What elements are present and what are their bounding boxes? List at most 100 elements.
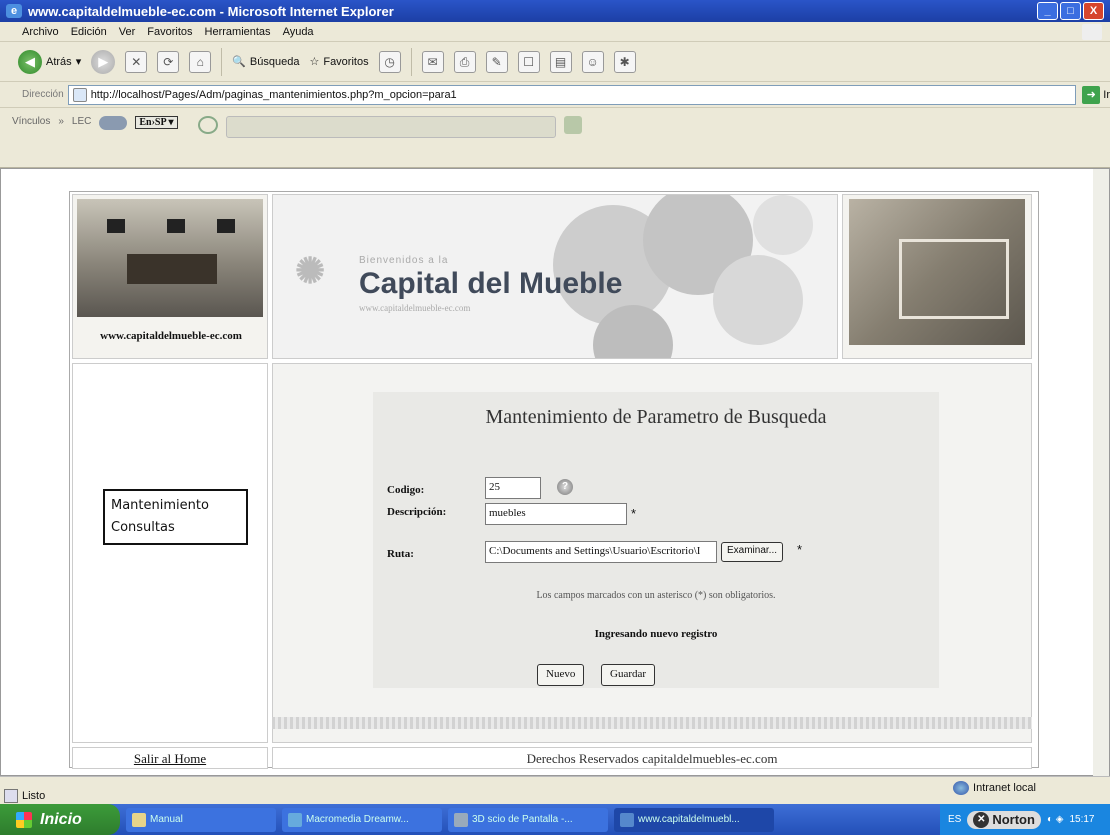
window-title-bar: e www.capitaldelmueble-ec.com - Microsof… <box>0 0 1110 22</box>
windows-flag-icon <box>1082 24 1102 40</box>
start-label: Inicio <box>40 810 82 828</box>
codigo-field[interactable]: 25 <box>485 477 541 499</box>
stop-button[interactable]: ✕ <box>125 50 148 73</box>
toolbar-search-go-icon[interactable] <box>563 116 582 134</box>
new-button[interactable]: Nuevo <box>537 664 585 686</box>
browse-button[interactable]: Examinar... <box>721 542 784 562</box>
dining-room-photo <box>77 199 263 317</box>
page-icon <box>72 87 87 102</box>
required-mark: * <box>797 542 803 557</box>
task-button-screenshot[interactable]: 3D scio de Pantalla -... <box>448 807 608 832</box>
menu-bar: Archivo Edición Ver Favoritos Herramient… <box>0 22 1110 42</box>
links-bar: Vínculos » LEC En›SP ▾ <box>0 108 1110 168</box>
help-icon[interactable]: ? <box>557 479 573 495</box>
room-window <box>167 219 185 233</box>
descripcion-field[interactable]: muebles <box>485 503 627 525</box>
header-right-image <box>842 194 1032 359</box>
favorites-label: Favoritos <box>323 55 369 68</box>
task-label: 3D scio de Pantalla -... <box>472 814 573 825</box>
tray-icons[interactable]: ◐ ◈ <box>1047 814 1064 825</box>
room-window <box>107 219 125 233</box>
page-layout: www.capitaldelmueble-ec.com ✺ Bienvenido… <box>69 191 1039 769</box>
back-button[interactable]: ◀ Atrás ▾ <box>18 49 82 74</box>
task-label: Manual <box>150 814 183 825</box>
toolbar-separator <box>221 47 223 76</box>
back-arrow-icon: ◀ <box>18 49 42 74</box>
image-icon <box>454 812 468 827</box>
menu-ayuda[interactable]: Ayuda <box>283 26 314 38</box>
brand-title: Capital del Mueble <box>359 267 623 300</box>
research-button[interactable]: ▤ <box>549 50 572 73</box>
lec-label[interactable]: LEC <box>72 116 91 127</box>
close-button[interactable]: X <box>1083 2 1104 20</box>
required-note: Los campos marcados con un asterisco (*)… <box>536 590 776 601</box>
task-button-manual[interactable]: Manual <box>126 807 276 832</box>
header-left-image: www.capitaldelmueble-ec.com <box>72 194 268 359</box>
search-button[interactable]: 🔍 Búsqueda <box>232 55 299 69</box>
refresh-button[interactable]: ⟳ <box>157 50 180 73</box>
sidebar-item-mantenimiento[interactable]: Mantenimiento <box>111 495 240 517</box>
ruta-file-field[interactable]: C:\Documents and Settings\Usuario\Escrit… <box>485 541 717 563</box>
start-button[interactable]: Inicio <box>0 804 120 835</box>
required-mark: * <box>631 506 637 521</box>
translate-dropdown[interactable]: En›SP ▾ <box>135 116 178 129</box>
go-button[interactable]: ➜ Ir <box>1082 85 1110 104</box>
menu-herramientas[interactable]: Herramientas <box>205 26 271 38</box>
norton-button[interactable]: ✕ Norton <box>967 810 1041 829</box>
print-button[interactable]: ⎙ <box>453 50 476 73</box>
edit-button[interactable]: ✎ <box>485 50 508 73</box>
norton-label: Norton <box>992 812 1035 827</box>
footer-home-cell: Salir al Home <box>72 747 268 769</box>
intranet-icon <box>953 781 970 795</box>
status-text: Listo <box>22 790 46 802</box>
toolbar-search-input[interactable] <box>225 116 556 138</box>
sidebar-item-consultas[interactable]: Consultas <box>111 517 240 539</box>
parameter-form: Mantenimiento de Parametro de Busqueda C… <box>373 392 939 688</box>
menu-favoritos[interactable]: Favoritos <box>147 26 192 38</box>
menu-edicion[interactable]: Edición <box>71 26 107 38</box>
task-button-dreamweaver[interactable]: Macromedia Dreamw... <box>282 807 442 832</box>
brand-subtitle: www.capitaldelmueble-ec.com <box>359 303 471 313</box>
forward-button[interactable]: ▶ <box>91 49 116 74</box>
task-button-browser[interactable]: www.capitaldelmuebl... <box>614 807 774 832</box>
ie-logo-icon: e <box>6 4 22 18</box>
zone-text: Intranet local <box>973 782 1036 794</box>
windows-logo-icon <box>16 811 32 828</box>
address-input[interactable]: http://localhost/Pages/Adm/paginas_mante… <box>67 84 1077 105</box>
toolbar-separator <box>410 47 412 76</box>
star-icon: ☆ <box>309 56 320 68</box>
codigo-label: Codigo: <box>387 484 425 496</box>
mail-button[interactable]: ✉ <box>421 50 444 73</box>
lec-icon[interactable] <box>99 116 128 130</box>
menu-ver[interactable]: Ver <box>119 26 136 38</box>
language-indicator[interactable]: ES <box>948 814 961 825</box>
history-button[interactable]: ◷ <box>378 50 401 73</box>
address-url: http://localhost/Pages/Adm/paginas_mante… <box>90 88 457 101</box>
home-link[interactable]: Salir al Home <box>134 751 206 766</box>
links-label: Vínculos <box>12 116 51 127</box>
clock: 15:17 <box>1069 814 1095 825</box>
menu-archivo[interactable]: Archivo <box>22 26 59 38</box>
discuss-button[interactable]: ☐ <box>517 50 540 73</box>
links-expand-icon[interactable]: » <box>58 116 64 127</box>
save-button[interactable]: Guardar <box>601 664 656 686</box>
vertical-scrollbar[interactable] <box>1093 169 1109 777</box>
address-label: Dirección <box>22 89 64 100</box>
minimize-button[interactable]: _ <box>1037 2 1058 20</box>
ie-icon <box>620 812 634 827</box>
messenger-button[interactable]: ☺ <box>581 50 604 73</box>
back-dropdown-icon[interactable]: ▾ <box>76 55 82 68</box>
room-table <box>127 254 217 284</box>
extra-button[interactable]: ✱ <box>613 50 636 73</box>
header-banner: ✺ Bienvenidos a la Capital del Mueble ww… <box>272 194 838 359</box>
brand-welcome: Bienvenidos a la <box>359 255 449 266</box>
site-url: www.capitaldelmueble-ec.com <box>100 330 242 342</box>
back-label: Atrás <box>46 55 72 68</box>
maximize-button[interactable]: □ <box>1060 2 1081 20</box>
favorites-button[interactable]: ☆ Favoritos <box>309 55 369 69</box>
banner-bubble <box>713 255 803 345</box>
home-button[interactable]: ⌂ <box>189 50 212 73</box>
banner-bubble <box>753 195 813 255</box>
go-arrow-icon: ➜ <box>1082 85 1101 104</box>
status-bar: Listo Intranet local <box>0 776 1110 804</box>
